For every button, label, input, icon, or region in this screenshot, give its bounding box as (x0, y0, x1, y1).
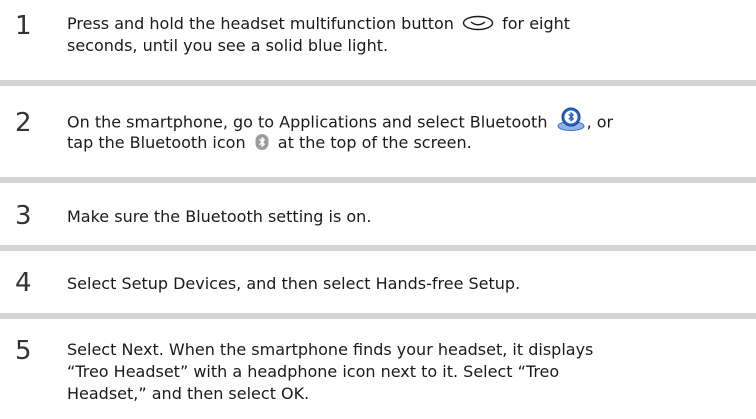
step-text: On the smartphone, go to Applications an… (67, 107, 753, 154)
step-text: Select Setup Devices, and then select Ha… (67, 273, 753, 295)
step-text-line: Select Setup Devices, and then select Ha… (67, 274, 521, 293)
step-text-segment: for eight (497, 14, 571, 33)
multifunction-button-icon (462, 15, 494, 31)
step-text-line: seconds, until you see a solid blue ligh… (67, 36, 389, 55)
bluetooth-status-icon (254, 133, 270, 151)
step-text-segment: Press and hold the headset multifunction… (67, 14, 460, 33)
step-divider (0, 245, 756, 251)
step-number: 3 (15, 201, 32, 231)
step-text: Make sure the Bluetooth setting is on. (67, 206, 753, 228)
step-text-segment: , or (586, 112, 614, 132)
step-text-line: On the smartphone, go to Applications an… (67, 107, 753, 132)
step-number: 4 (15, 268, 32, 298)
step-divider (0, 177, 756, 183)
step-text: Press and hold the headset multifunction… (67, 13, 753, 57)
step-text-segment: at the top of the screen. (272, 133, 472, 152)
step-number: 2 (15, 108, 32, 138)
step-text-line: Press and hold the headset multifunction… (67, 13, 753, 35)
step-text-segment: tap the Bluetooth icon (67, 133, 251, 152)
step-number: 5 (15, 336, 32, 366)
step-text: Select Next. When the smartphone finds y… (67, 339, 753, 405)
step-text-line: Make sure the Bluetooth setting is on. (67, 207, 372, 226)
bluetooth-app-icon (556, 106, 586, 132)
step-text-segment: On the smartphone, go to Applications an… (67, 112, 553, 132)
step-divider (0, 313, 756, 319)
step-divider (0, 80, 756, 86)
step-text-line: Headset,” and then select OK. (67, 384, 310, 403)
step-text-line: Select Next. When the smartphone finds y… (67, 340, 594, 359)
step-number: 1 (15, 11, 32, 41)
step-text-line: “Treo Headset” with a headphone icon nex… (67, 362, 560, 381)
step-text-line: tap the Bluetooth icon at the top of the… (67, 132, 753, 154)
